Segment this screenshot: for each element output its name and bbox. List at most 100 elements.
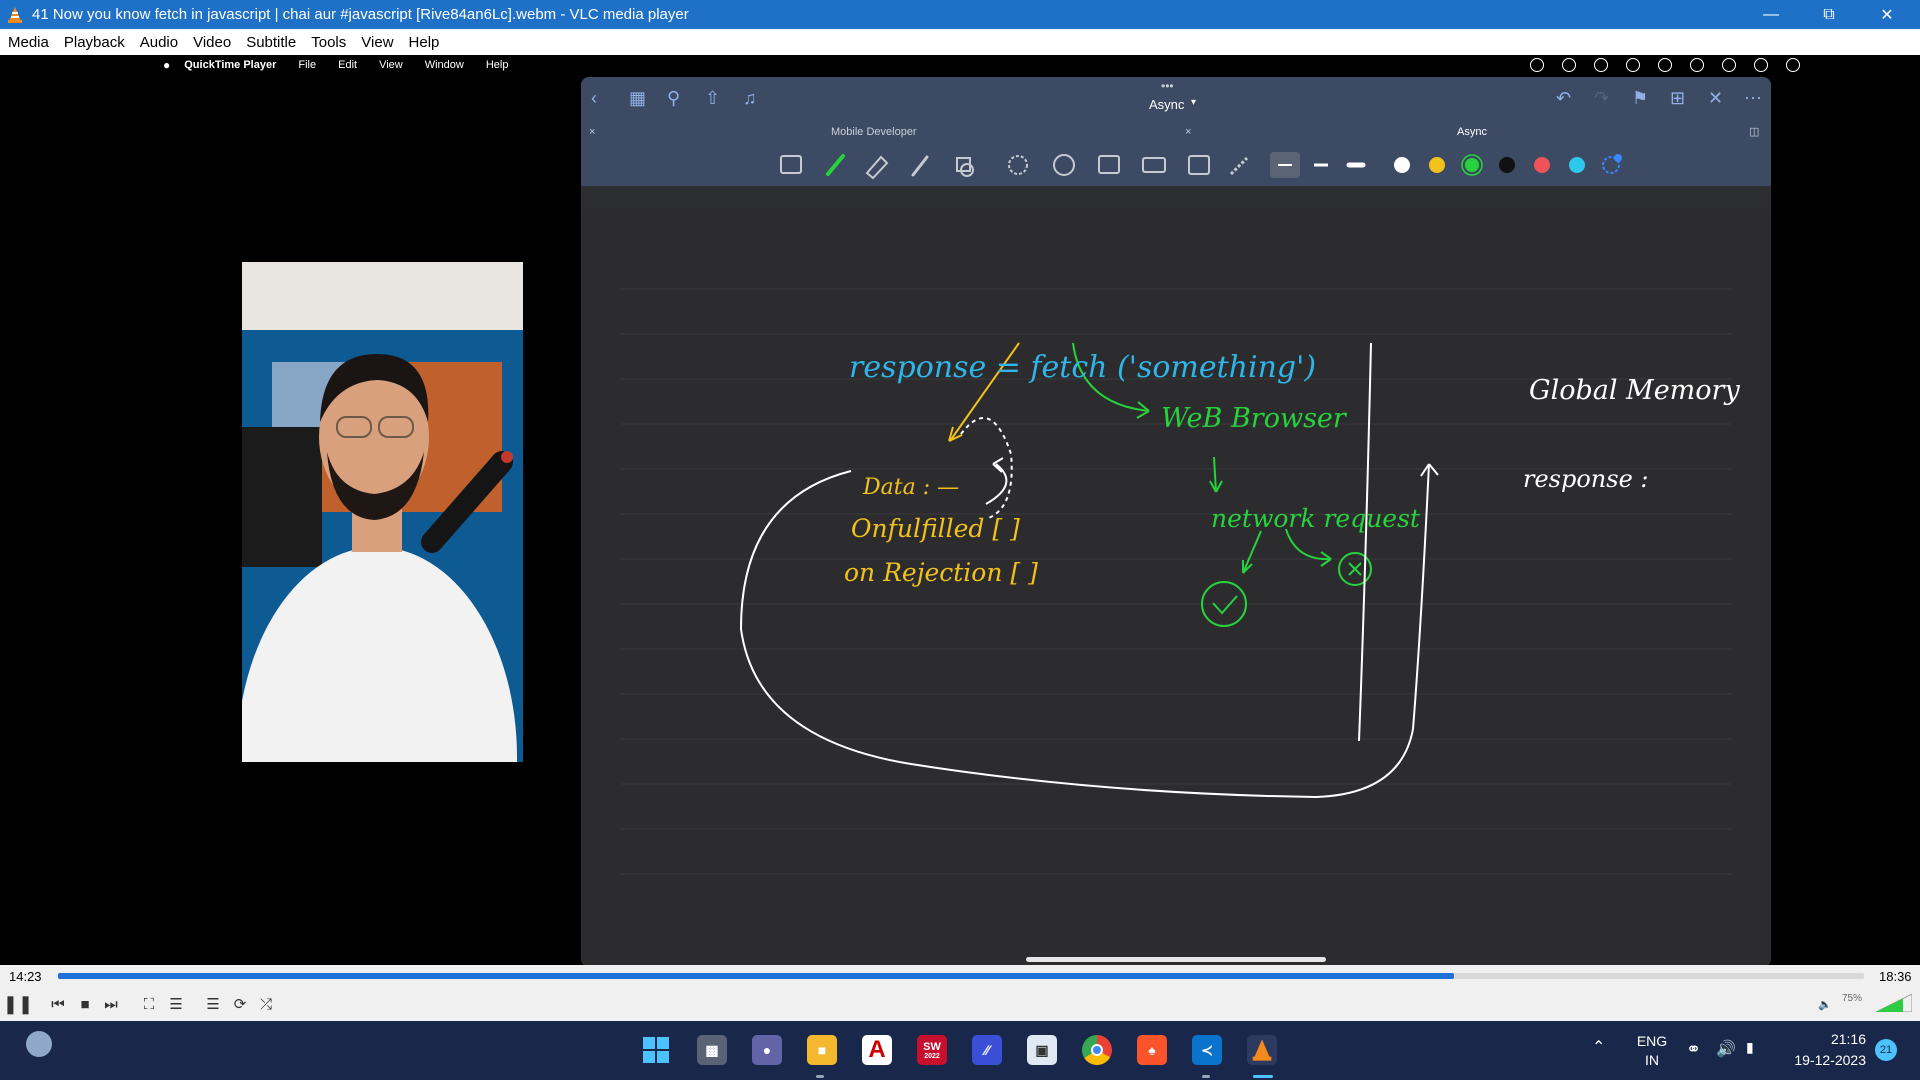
seek-progress [58, 973, 1455, 979]
video-frame[interactable]: ● QuickTime Player File Edit View Window… [0, 55, 1920, 965]
menu-audio[interactable]: Audio [140, 34, 178, 51]
image-scan-icon[interactable] [780, 155, 802, 174]
volume-icon[interactable]: 🔊 [1716, 1039, 1736, 1059]
fullscreen-button[interactable]: ⛶ [138, 993, 160, 1015]
notification-badge[interactable]: 21 [1875, 1039, 1897, 1061]
note-page[interactable]: response = fetch ('something') Data : — … [581, 209, 1771, 965]
goodnotes-toolbar [581, 144, 1771, 186]
seek-bar[interactable] [58, 973, 1864, 979]
tab-close-icon[interactable]: × [1185, 126, 1191, 138]
close-button[interactable]: ✕ [1858, 0, 1916, 29]
mic-icon[interactable]: ♫ [743, 89, 757, 107]
start-button[interactable] [641, 1035, 671, 1065]
restore-button[interactable]: ⧉ [1800, 0, 1858, 29]
language-code[interactable]: ENG [1636, 1033, 1668, 1049]
highlighter-icon[interactable] [911, 155, 929, 177]
pause-button[interactable]: ❚❚ [3, 993, 33, 1015]
weather-icon[interactable] [26, 1031, 52, 1057]
tab-close-icon[interactable]: × [589, 126, 595, 138]
stop-button[interactable]: ■ [74, 993, 96, 1015]
presenter-image [242, 262, 523, 762]
lasso-icon[interactable] [1008, 155, 1028, 175]
show-hidden-icons[interactable]: ⌃ [1592, 1037, 1605, 1057]
mac-menu-edit: Edit [338, 59, 358, 71]
teams-chat-icon[interactable]: ● [752, 1035, 782, 1065]
acrobat-icon[interactable]: A [862, 1035, 892, 1065]
menu-view[interactable]: View [361, 34, 393, 51]
green-down-arrow [1213, 456, 1217, 493]
tab-async[interactable]: Async [1457, 126, 1487, 138]
mac-menu-help: Help [485, 59, 509, 71]
handwriting-canvas[interactable]: response = fetch ('something') Data : — … [581, 209, 1771, 965]
color-white[interactable] [1394, 157, 1410, 173]
more-dots-icon[interactable]: ••• [1161, 79, 1174, 93]
redo-icon[interactable]: ↷ [1594, 89, 1609, 107]
image-icon[interactable] [1098, 155, 1120, 174]
undo-icon[interactable]: ↶ [1556, 89, 1571, 107]
keyboard-icon[interactable] [1142, 157, 1166, 173]
clock-time[interactable]: 21:16 [1780, 1031, 1866, 1047]
volume-percent: 75% [1842, 993, 1863, 1004]
running-app-indicator [816, 1075, 824, 1078]
extended-settings-button[interactable]: ☰ [165, 993, 187, 1015]
brave-icon[interactable]: ♠ [1137, 1035, 1167, 1065]
siri-icon [1754, 58, 1768, 72]
loop-button[interactable]: ⟳ [229, 993, 251, 1015]
vscode-icon[interactable]: ≺ [1192, 1035, 1222, 1065]
sticker-icon[interactable] [1053, 154, 1075, 176]
control-row: ❚❚ ⏮ ■ ⏭ ⛶ ☰ ☰ ⟳ ⤮ 🔈 75% [0, 987, 1920, 1021]
menu-tools[interactable]: Tools [311, 34, 346, 51]
network-icon[interactable]: ⚭ [1686, 1039, 1701, 1060]
status-icon [1530, 58, 1544, 72]
split-view-icon[interactable]: ◫ [1749, 125, 1759, 138]
handwriting-onfulfilled: Onfulfilled [ ] [851, 514, 1020, 543]
battery-icon[interactable]: ▮ [1746, 1039, 1754, 1056]
color-yellow[interactable] [1429, 157, 1445, 173]
chevron-down-icon[interactable]: ▾ [1191, 97, 1196, 108]
previous-button[interactable]: ⏮ [47, 993, 69, 1015]
playlist-button[interactable]: ☰ [202, 993, 224, 1015]
color-red[interactable] [1534, 157, 1550, 173]
clock-date[interactable]: 19-12-2023 [1780, 1052, 1866, 1068]
app-window-icon[interactable]: ▣ [1027, 1035, 1057, 1065]
next-button[interactable]: ⏭ [100, 993, 122, 1015]
share-icon[interactable]: ⇧ [705, 89, 720, 107]
language-region[interactable]: IN [1636, 1052, 1668, 1068]
bookmark-icon[interactable]: ⚑ [1632, 89, 1648, 107]
mac-app-name: QuickTime Player [184, 59, 277, 71]
text-box-icon[interactable] [1188, 155, 1210, 175]
more-icon[interactable]: ⋯ [1744, 89, 1762, 107]
menu-video[interactable]: Video [193, 34, 231, 51]
speaker-icon[interactable]: 🔈 [1814, 993, 1836, 1015]
menu-media[interactable]: Media [8, 34, 49, 51]
chrome-icon[interactable] [1082, 1035, 1112, 1065]
chrome-center [1091, 1044, 1103, 1056]
grid-icon[interactable]: ▦ [629, 89, 646, 107]
shuffle-button[interactable]: ⤮ [255, 993, 277, 1015]
pen-tool-icon[interactable] [826, 154, 845, 176]
menu-subtitle[interactable]: Subtitle [246, 34, 296, 51]
minimize-button[interactable]: — [1742, 0, 1800, 29]
close-icon[interactable]: ✕ [1708, 89, 1723, 107]
menu-help[interactable]: Help [409, 34, 440, 51]
task-view-icon[interactable]: ▩ [697, 1035, 727, 1065]
file-explorer-icon[interactable]: ■ [807, 1035, 837, 1065]
menu-playback[interactable]: Playback [64, 34, 125, 51]
goodnotes-header: ‹ ▦ ⚲ ⇧ ♫ ••• Async ▾ ↶ ↷ ⚑ ⊞ ✕ ⋯ [581, 77, 1771, 122]
goodnotes-window: ‹ ▦ ⚲ ⇧ ♫ ••• Async ▾ ↶ ↷ ⚑ ⊞ ✕ ⋯ × Mobi… [581, 77, 1771, 965]
add-page-icon[interactable]: ⊞ [1670, 89, 1685, 107]
laser-pointer-icon[interactable] [1229, 156, 1249, 176]
solidworks-icon[interactable]: SW 2022 [917, 1035, 947, 1065]
tab-mobile-developer[interactable]: Mobile Developer [831, 126, 917, 138]
document-title[interactable]: Async [1149, 97, 1184, 112]
vlc-taskbar-icon[interactable] [1247, 1035, 1277, 1065]
app-icon[interactable]: ⁄⁄ [972, 1035, 1002, 1065]
color-black[interactable] [1499, 157, 1515, 173]
status-icon [1626, 58, 1640, 72]
color-cyan[interactable] [1569, 157, 1585, 173]
volume-slider[interactable] [1876, 994, 1912, 1012]
eraser-icon[interactable] [865, 155, 889, 180]
wifi-icon [1690, 58, 1704, 72]
back-icon[interactable]: ‹ [591, 89, 597, 107]
search-icon[interactable]: ⚲ [667, 89, 680, 107]
